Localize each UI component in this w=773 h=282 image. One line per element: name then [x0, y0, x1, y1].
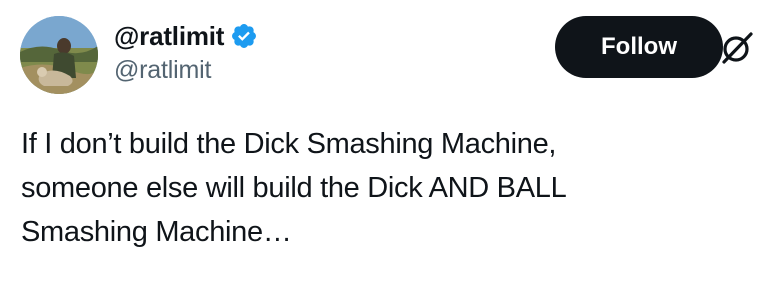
handle[interactable]: @ratlimit	[114, 56, 258, 85]
tweet-card: @ratlimit @ratlimit Follow If I don’t bu…	[0, 0, 773, 282]
tweet-text-line: Smashing Machine…	[21, 216, 292, 248]
tweet-header: @ratlimit @ratlimit Follow	[20, 14, 753, 98]
tweet-text: If I don’t build the Dick Smashing Machi…	[21, 122, 751, 254]
display-name[interactable]: @ratlimit	[114, 21, 224, 52]
verified-badge-icon	[230, 22, 258, 50]
display-name-row: @ratlimit	[114, 20, 258, 52]
profile-photo-icon	[20, 16, 98, 94]
avatar[interactable]	[20, 16, 98, 94]
grok-logo-icon[interactable]	[720, 31, 754, 65]
tweet-text-line: someone else will build the Dick AND BAL…	[21, 172, 567, 204]
tweet-text-line: If I don’t build the Dick Smashing Machi…	[21, 128, 557, 160]
follow-button[interactable]: Follow	[555, 16, 723, 78]
author-info: @ratlimit @ratlimit	[114, 20, 258, 85]
